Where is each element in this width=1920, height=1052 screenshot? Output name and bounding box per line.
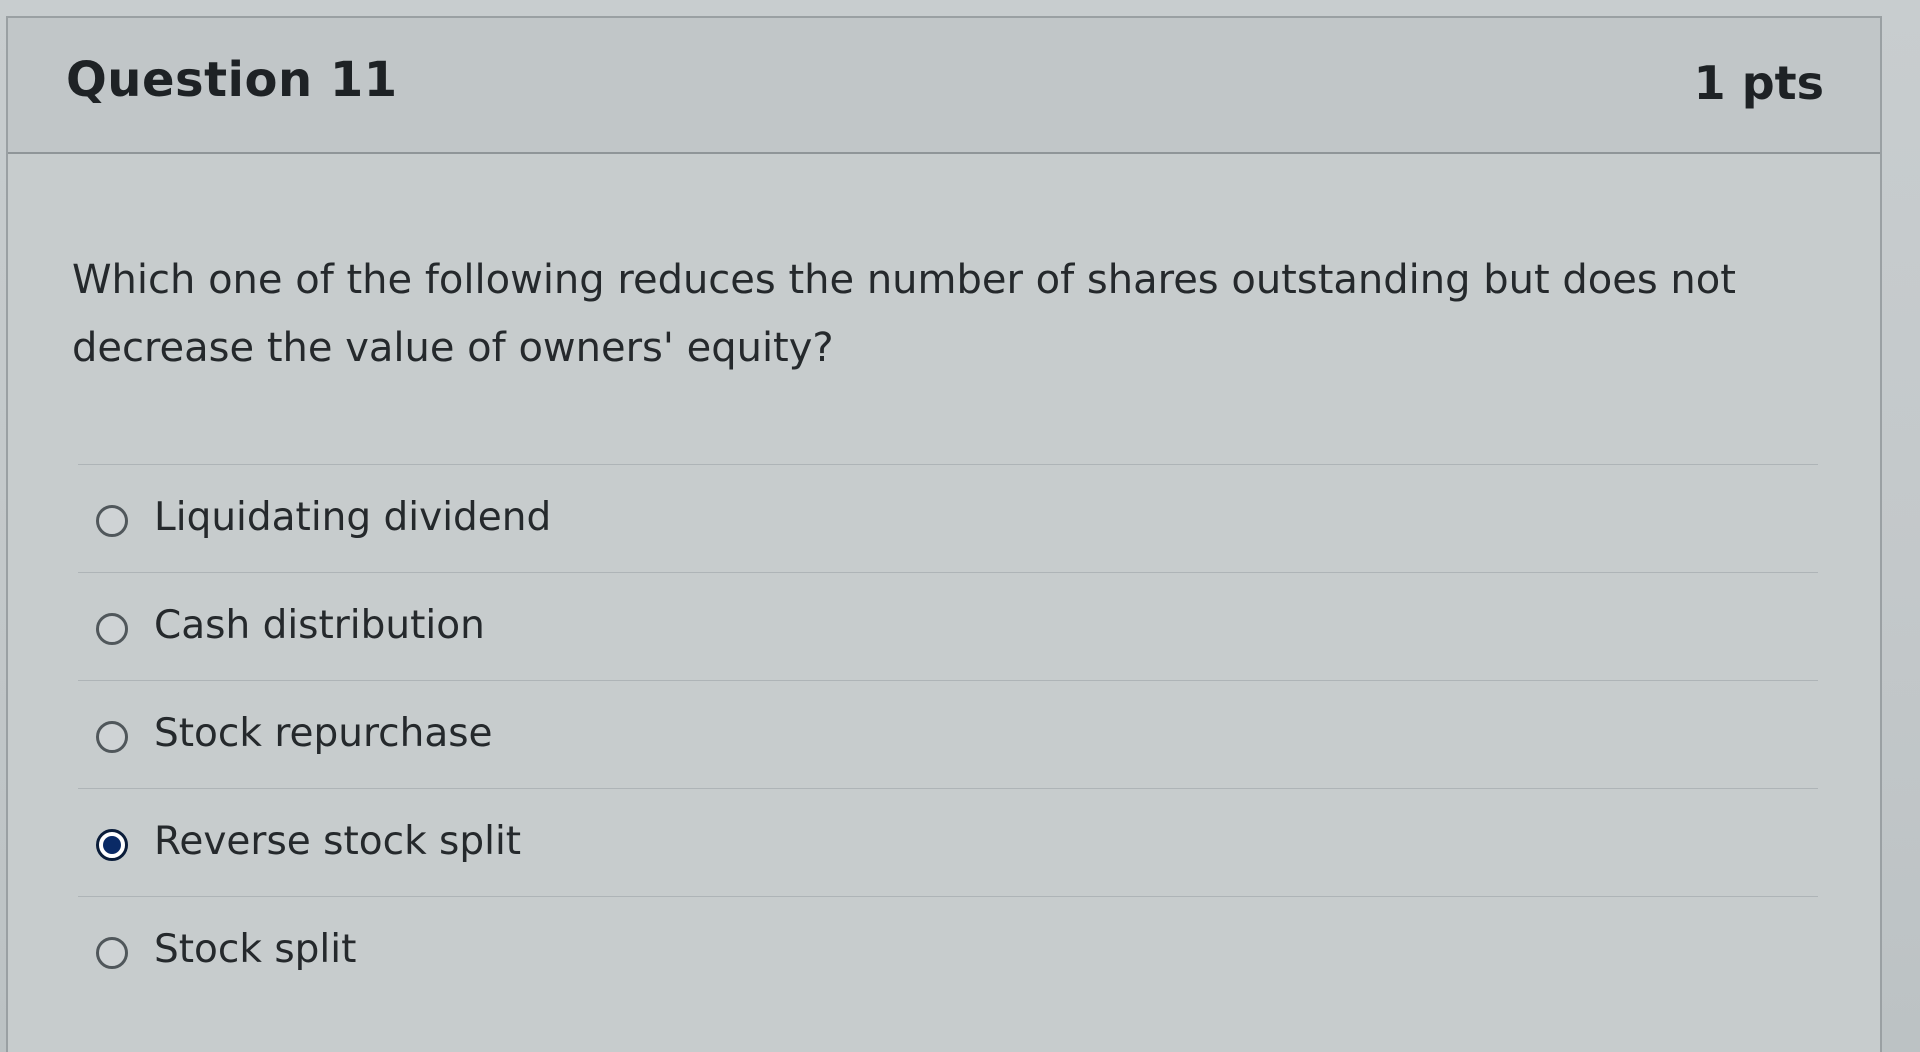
answer-label[interactable]: Liquidating dividend (154, 495, 551, 540)
answer-label[interactable]: Reverse stock split (154, 819, 521, 864)
radio-button-selected-icon[interactable] (96, 829, 128, 861)
question-title: Question 11 (66, 52, 398, 108)
question-points: 1 pts (1693, 56, 1824, 110)
radio-button-icon[interactable] (96, 937, 128, 969)
question-text: Which one of the following reduces the n… (72, 257, 1736, 371)
radio-button-icon[interactable] (96, 505, 128, 537)
radio-button-icon[interactable] (96, 613, 128, 645)
answer-option-stock-repurchase[interactable]: Stock repurchase (78, 680, 1818, 788)
answer-label[interactable]: Stock repurchase (154, 711, 493, 756)
answer-option-liquidating-dividend[interactable]: Liquidating dividend (78, 464, 1818, 572)
question-header: Question 11 1 pts (8, 18, 1880, 154)
answer-option-reverse-stock-split[interactable]: Reverse stock split (78, 788, 1818, 896)
answer-option-cash-distribution[interactable]: Cash distribution (78, 572, 1818, 680)
answer-label[interactable]: Stock split (154, 927, 356, 972)
answer-option-stock-split[interactable]: Stock split (78, 896, 1818, 1004)
answer-label[interactable]: Cash distribution (154, 603, 485, 648)
screen-photo: Question 11 1 pts Which one of the follo… (0, 0, 1920, 1052)
answer-list: Liquidating dividend Cash distribution S… (78, 464, 1818, 1004)
question-card: Question 11 1 pts Which one of the follo… (6, 16, 1882, 1052)
radio-button-icon[interactable] (96, 721, 128, 753)
